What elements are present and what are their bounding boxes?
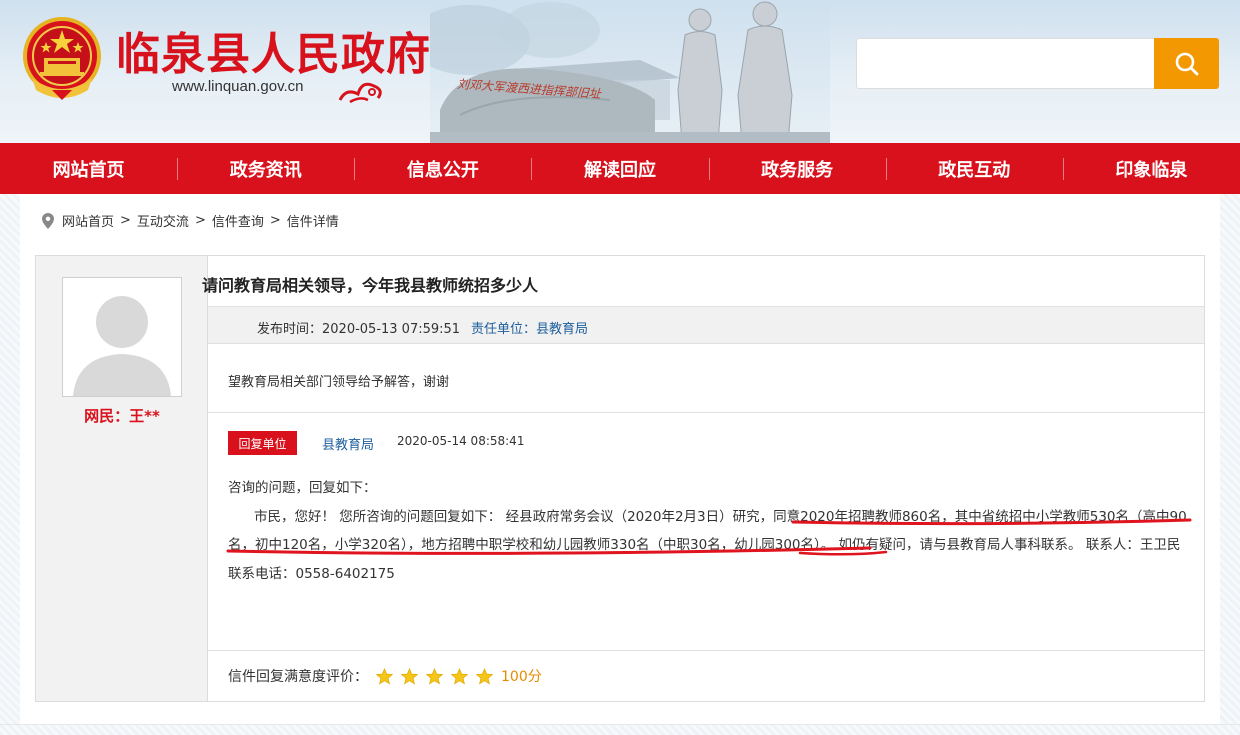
site-header: 临泉县人民政府 www.linquan.gov.cn 刘邓大军渡西进指挥部旧址 [0, 0, 1240, 143]
main-nav: 网站首页 政务资讯 信息公开 解读回应 政务服务 政民互动 印象临泉 [0, 143, 1240, 194]
nav-item-interaction[interactable]: 政民互动 [885, 143, 1063, 194]
nav-item-impression[interactable]: 印象临泉 [1062, 143, 1240, 194]
nav-item-news[interactable]: 政务资讯 [177, 143, 354, 194]
reply-time: 2020-05-14 08:58:41 [397, 434, 525, 448]
rating-stars [376, 667, 501, 685]
star-icon [426, 667, 443, 685]
reply-content: 市民，您好！ 您所咨询的问题回复如下： 经县政府常务会议（2020年2月3日）研… [228, 508, 1187, 582]
rating-score: 100分 [501, 669, 542, 685]
bottom-pattern-border [0, 724, 1240, 735]
monument-statue-image [430, 0, 830, 143]
rating-label: 信件回复满意度评价： [228, 669, 368, 685]
reply-intro: 咨询的问题，回复如下： [228, 480, 377, 496]
breadcrumb: 网站首页 > 互动交流 > 信件查询 > 信件详情 [42, 211, 339, 230]
search-button[interactable] [1154, 38, 1219, 89]
auspicious-cloud-icon [338, 82, 382, 104]
breadcrumb-separator: > [269, 213, 281, 228]
nav-item-services[interactable]: 政务服务 [708, 143, 886, 194]
breadcrumb-separator: > [120, 213, 131, 228]
star-icon [476, 667, 493, 685]
location-pin-icon [42, 212, 54, 229]
nav-item-home[interactable]: 网站首页 [0, 143, 177, 194]
divider [208, 412, 1204, 413]
star-icon [451, 667, 468, 685]
user-name: 网民：王** [84, 407, 160, 425]
breadcrumb-separator: > [194, 213, 206, 228]
author-column: 网民：王** [36, 256, 208, 701]
reply-body: 咨询的问题，回复如下： 市民，您好！ 您所咨询的问题回复如下： 经县政府常务会议… [228, 474, 1196, 588]
left-pattern-border [0, 194, 20, 735]
search-icon [1175, 52, 1198, 75]
star-icon [376, 667, 393, 685]
letter-title: 请问教育局相关领导，今年我县教师统招多少人 [202, 276, 539, 295]
letter-meta-bar: 发布时间：2020-05-13 07:59:51 责任单位：县教育局 [208, 306, 1204, 344]
default-user-avatar-icon [63, 278, 181, 396]
reply-unit: 县教育局 [322, 438, 375, 453]
publish-time: 发布时间：2020-05-13 07:59:51 [257, 322, 461, 337]
breadcrumb-letter-detail[interactable]: 信件详情 [287, 211, 339, 230]
breadcrumb-letter-query[interactable]: 信件查询 [212, 211, 264, 230]
reply-unit-badge: 回复单位 [228, 431, 297, 455]
question-text: 望教育局相关部门领导给予解答，谢谢 [228, 375, 450, 390]
breadcrumb-interaction[interactable]: 互动交流 [137, 211, 189, 230]
search-input[interactable] [856, 38, 1154, 89]
divider [208, 650, 1204, 651]
national-emblem-icon [23, 17, 101, 100]
breadcrumb-home[interactable]: 网站首页 [62, 211, 114, 230]
responsible-unit: 责任单位：县教育局 [471, 322, 589, 337]
avatar [62, 277, 182, 397]
site-url[interactable]: www.linquan.gov.cn [172, 78, 303, 95]
nav-item-interpretation[interactable]: 解读回应 [531, 143, 708, 194]
nav-item-disclosure[interactable]: 信息公开 [354, 143, 531, 194]
satisfaction-rating: 信件回复满意度评价： 100分 [228, 666, 542, 686]
star-icon [401, 667, 418, 685]
right-pattern-border [1220, 194, 1240, 735]
